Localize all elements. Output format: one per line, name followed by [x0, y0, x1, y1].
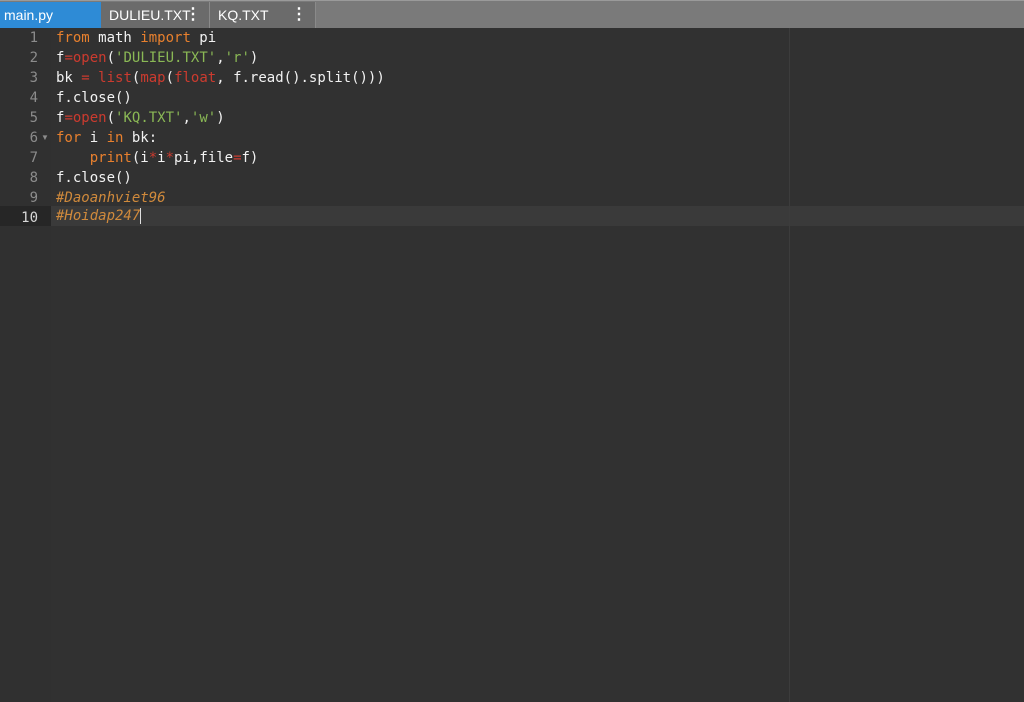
- comment: #Hoidap247: [56, 208, 141, 224]
- active-line-highlight: [0, 206, 1024, 226]
- comment: #Daoanhviet96: [56, 190, 166, 206]
- string-literal: 'KQ.TXT': [115, 110, 183, 126]
- code-line-10[interactable]: #Hoidap247: [56, 206, 142, 226]
- code-text: f.close(): [56, 90, 132, 106]
- code-text: , f.read().split())): [216, 70, 385, 86]
- code-line-6[interactable]: for i in bk:: [56, 128, 157, 148]
- operator: =: [64, 50, 73, 66]
- keyword: from: [56, 30, 90, 46]
- code-text: f): [241, 150, 259, 166]
- line-number: 1: [29, 30, 38, 46]
- text-cursor: [140, 208, 142, 224]
- code-line-8[interactable]: f.close(): [56, 168, 132, 188]
- code-line-1[interactable]: from math import pi: [56, 28, 216, 48]
- line-number: 4: [29, 90, 38, 106]
- tab-dulieu-txt[interactable]: DULIEU.TXT ⋮: [101, 2, 210, 28]
- tab-kq-txt[interactable]: KQ.TXT ⋮: [210, 2, 316, 28]
- code-text: ,: [182, 110, 191, 126]
- tab-label: main.py: [4, 7, 54, 23]
- string-literal: 'DULIEU.TXT': [115, 50, 217, 66]
- code-text: i: [81, 130, 107, 146]
- code-line-3[interactable]: bk = list(map(float, f.read().split())): [56, 68, 385, 88]
- code-line-7[interactable]: print(i*i*pi,file=f): [56, 148, 259, 168]
- tab-main-py[interactable]: main.py: [0, 2, 101, 28]
- code-line-2[interactable]: f=open('DULIEU.TXT','r'): [56, 48, 258, 68]
- line-number: 8: [29, 170, 38, 186]
- code-editor[interactable]: [51, 28, 1024, 702]
- line-number: 3: [29, 70, 38, 86]
- code-line-5[interactable]: f=open('KQ.TXT','w'): [56, 108, 225, 128]
- builtin: open: [72, 110, 107, 126]
- operator: =: [64, 110, 73, 126]
- code-text: (: [165, 70, 175, 86]
- fold-arrow-icon[interactable]: ▼: [41, 128, 49, 148]
- line-number: 2: [29, 50, 38, 66]
- builtin: open: [72, 50, 107, 66]
- tab-label: DULIEU.TXT: [109, 7, 191, 23]
- operator: *: [148, 150, 158, 166]
- line-number: 7: [29, 150, 38, 166]
- code-text: (i: [131, 150, 149, 166]
- keyword: print: [89, 150, 132, 166]
- code-text: (: [106, 110, 116, 126]
- code-text: f.close(): [56, 170, 132, 186]
- line-number: 6: [29, 130, 38, 146]
- code-line-9[interactable]: #Daoanhviet96: [56, 188, 166, 208]
- keyword: in: [106, 130, 124, 146]
- code-line-4[interactable]: f.close(): [56, 88, 132, 108]
- code-text: bk: [56, 70, 82, 86]
- operator: =: [233, 150, 242, 166]
- builtin: list: [98, 70, 132, 86]
- code-text: ): [216, 110, 225, 126]
- code-text: i: [157, 150, 166, 166]
- print-margin: [789, 28, 790, 702]
- operator: *: [165, 150, 175, 166]
- code-text: pi: [190, 30, 217, 46]
- builtin: float: [174, 70, 217, 86]
- keyword: import: [140, 30, 191, 46]
- code-text: (: [106, 50, 116, 66]
- string-literal: 'r': [224, 50, 250, 66]
- operator: =: [81, 70, 90, 86]
- code-text: ): [249, 50, 259, 66]
- line-number: 10: [21, 210, 38, 226]
- string-literal: 'w': [190, 110, 217, 126]
- keyword: for: [56, 130, 82, 146]
- tab-bar: main.py DULIEU.TXT ⋮ KQ.TXT ⋮: [0, 0, 1024, 28]
- line-number: 5: [29, 110, 38, 126]
- builtin: map: [140, 70, 166, 86]
- line-number: 9: [29, 190, 38, 206]
- code-text: bk:: [123, 130, 158, 146]
- code-text: ,: [216, 50, 225, 66]
- tab-label: KQ.TXT: [218, 7, 269, 23]
- code-text: pi,file: [174, 150, 234, 166]
- kebab-menu-icon[interactable]: ⋮: [185, 2, 201, 28]
- code-text: math: [89, 30, 141, 46]
- kebab-menu-icon[interactable]: ⋮: [291, 2, 307, 28]
